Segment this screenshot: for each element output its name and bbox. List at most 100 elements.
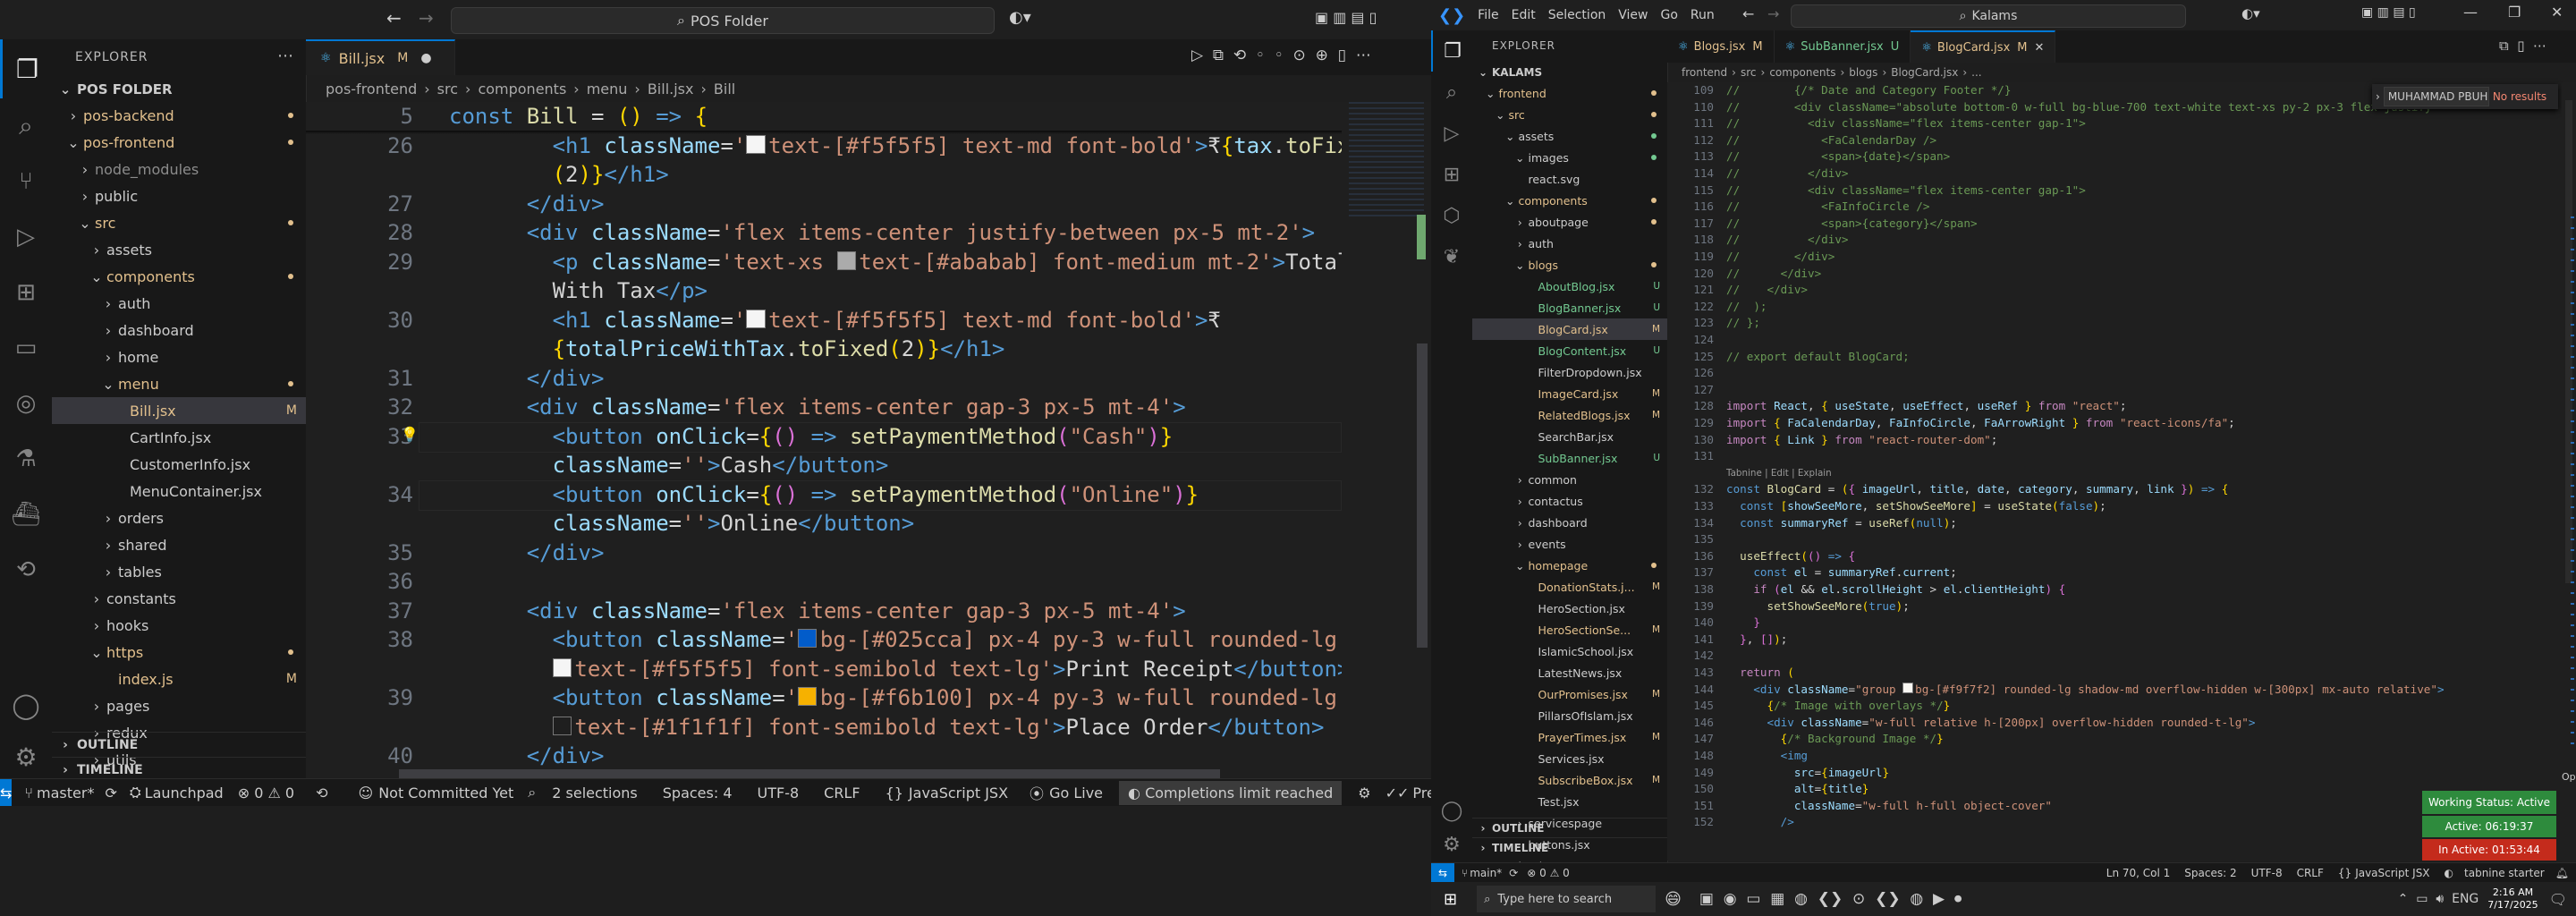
folder-row[interactable]: › auth: [1472, 233, 1667, 254]
menu-selection[interactable]: Selection: [1548, 8, 1606, 22]
folder-row[interactable]: ⌄ pos-frontend: [52, 129, 306, 156]
close-icon[interactable]: ✕: [2551, 4, 2563, 21]
remote-icon[interactable]: ⇆: [1431, 863, 1454, 883]
notifications-icon[interactable]: 🗨: [2549, 891, 2567, 908]
pinned-apps[interactable]: ▣ ◉ ▭ ▦ ◍ ❮❯ ⊙ ❮❯ ◍ ▶ ⏺: [1699, 890, 1962, 908]
folder-row[interactable]: › pages: [52, 692, 306, 719]
language-mode[interactable]: JavaScript JSX: [909, 785, 1008, 802]
file-row[interactable]: BlogContent.jsx U: [1472, 340, 1667, 361]
folder-row[interactable]: › dashboard: [1472, 512, 1667, 533]
file-row[interactable]: ImageCard.jsx M: [1472, 383, 1667, 404]
live-share-icon[interactable]: ⟲: [0, 542, 52, 598]
breadcrumb-item[interactable]: src: [437, 81, 458, 98]
folder-row[interactable]: ⌄ components: [1472, 190, 1667, 211]
account-icon[interactable]: ◯: [0, 680, 52, 730]
go-live-button[interactable]: Go Live: [1049, 785, 1103, 802]
close-icon[interactable]: ✕: [2034, 41, 2044, 55]
clock[interactable]: 2:16 AM 7/17/2025: [2487, 886, 2538, 912]
docker-icon[interactable]: ⛴: [0, 487, 52, 542]
folder-row[interactable]: ⌄ menu: [52, 370, 306, 397]
menu-go[interactable]: Go: [1661, 8, 1678, 22]
tab-bill-jsx[interactable]: ⚛ Bill.jsx M ●: [306, 39, 455, 75]
extensions-icon[interactable]: ⊞: [1431, 154, 1472, 195]
indentation[interactable]: Spaces: 4: [663, 785, 733, 802]
file-row[interactable]: CartInfo.jsx: [52, 424, 306, 451]
problems-count[interactable]: ⊗ 0 ⚠ 0: [1527, 867, 1570, 879]
color-swatch[interactable]: [1902, 683, 1914, 694]
scrollbar-thumb[interactable]: [1417, 344, 1428, 648]
account-icon[interactable]: ◯: [1431, 793, 1472, 828]
tabnine-status[interactable]: tabnine starter: [2464, 867, 2545, 879]
menu-run[interactable]: Run: [1690, 8, 1715, 22]
breadcrumb-item[interactable]: frontend: [1682, 66, 1727, 79]
folder-row[interactable]: › shared: [52, 531, 306, 558]
menu-edit[interactable]: Edit: [1512, 8, 1536, 22]
source-control-icon[interactable]: ⑂: [0, 154, 52, 209]
menu-view[interactable]: View: [1618, 8, 1648, 22]
file-row[interactable]: Services.jsx: [1472, 748, 1667, 769]
file-row[interactable]: PrayerTimes.jsx M: [1472, 726, 1667, 748]
open-app-link[interactable]: Open App ↗: [2562, 771, 2576, 783]
folder-row[interactable]: › orders: [52, 505, 306, 531]
folder-row[interactable]: › node_modules: [52, 156, 306, 182]
more-actions-icon[interactable]: ⋯: [277, 47, 293, 65]
color-swatch[interactable]: [798, 687, 818, 707]
prettier-status[interactable]: Prettier: [1412, 785, 1431, 802]
search-icon[interactable]: ⌕: [0, 98, 52, 154]
chevron-right-icon[interactable]: ›: [2376, 90, 2380, 103]
folder-row[interactable]: ⌄ components: [52, 263, 306, 290]
breadcrumb-item[interactable]: Bill.jsx: [648, 81, 694, 98]
file-row[interactable]: RelatedBlogs.jsx M: [1472, 404, 1667, 426]
vertical-scrollbar[interactable]: [2562, 82, 2576, 862]
end-of-line[interactable]: CRLF: [2297, 867, 2324, 879]
breadcrumb-item[interactable]: Bill: [714, 81, 735, 98]
copilot-chat-icon[interactable]: ⬡: [1431, 195, 1472, 236]
file-row[interactable]: index.js M: [52, 666, 306, 692]
color-swatch[interactable]: [552, 716, 572, 735]
folder-row[interactable]: › tables: [52, 558, 306, 585]
outline-section[interactable]: › OUTLINE: [52, 732, 306, 758]
breadcrumb-item[interactable]: components: [1769, 66, 1835, 79]
breadcrumb-item[interactable]: components: [478, 81, 566, 98]
live-share-icon[interactable]: ⟲: [316, 785, 327, 802]
minimize-icon[interactable]: —: [2463, 4, 2478, 21]
testing-icon[interactable]: ⚗: [0, 431, 52, 487]
file-row[interactable]: MenuContainer.jsx: [52, 478, 306, 505]
file-row[interactable]: CustomerInfo.jsx: [52, 451, 306, 478]
file-row[interactable]: OurPromises.jsx M: [1472, 683, 1667, 705]
launchpad-button[interactable]: Launchpad: [145, 785, 224, 802]
timeline-section[interactable]: › TIMELINE: [1472, 837, 1667, 858]
branch-name[interactable]: master*: [37, 785, 94, 802]
maximize-icon[interactable]: ❐: [2508, 4, 2521, 21]
files-icon[interactable]: ❐: [1431, 30, 1472, 72]
code-editor[interactable]: 109 // {/* Date and Category Footer */} 11…: [1667, 82, 2562, 861]
unsaved-dot-icon[interactable]: ●: [420, 51, 431, 65]
file-row[interactable]: BlogBanner.jsx U: [1472, 297, 1667, 318]
copilot-icon[interactable]: ◐▾: [2241, 5, 2260, 21]
indentation[interactable]: Spaces: 2: [2184, 867, 2236, 879]
sync-icon[interactable]: ⟳: [1509, 867, 1518, 879]
code-editor[interactable]: 5 const Bill = () => {26 <h1 className=' t…: [306, 102, 1342, 778]
selection-count[interactable]: 2 selections: [552, 785, 638, 802]
forward-arrow-icon[interactable]: →: [1767, 5, 1779, 22]
minimap[interactable]: [1342, 102, 1431, 778]
encoding[interactable]: UTF-8: [758, 785, 800, 802]
zoom-icon[interactable]: ⌕: [528, 784, 536, 802]
folder-row[interactable]: › auth: [52, 290, 306, 317]
file-row[interactable]: PillarsOfIslam.jsx: [1472, 705, 1667, 726]
folder-row[interactable]: ⌄ frontend: [1472, 82, 1667, 104]
breadcrumb-item[interactable]: menu: [587, 81, 628, 98]
run-debug-icon[interactable]: ▷: [1431, 113, 1472, 154]
file-row[interactable]: BlogCard.jsx M: [1472, 318, 1667, 340]
outline-section[interactable]: › OUTLINE: [1472, 818, 1667, 838]
copilot-icon[interactable]: ◐: [2445, 867, 2453, 879]
system-tray[interactable]: ⌃ ▭ 🔊︎ ENG: [2398, 892, 2479, 906]
find-input[interactable]: MUHAMMAD PBUH: [2383, 87, 2489, 106]
gear-icon[interactable]: ⚙: [1431, 827, 1472, 862]
windows-start-icon[interactable]: ⊞: [1444, 890, 1457, 909]
encoding[interactable]: UTF-8: [2251, 867, 2283, 879]
file-row[interactable]: Test.jsx: [1472, 791, 1667, 812]
sync-icon[interactable]: ⟳: [105, 785, 116, 802]
folder-row[interactable]: › hooks: [52, 612, 306, 639]
file-row[interactable]: AboutBlog.jsx U: [1472, 276, 1667, 297]
